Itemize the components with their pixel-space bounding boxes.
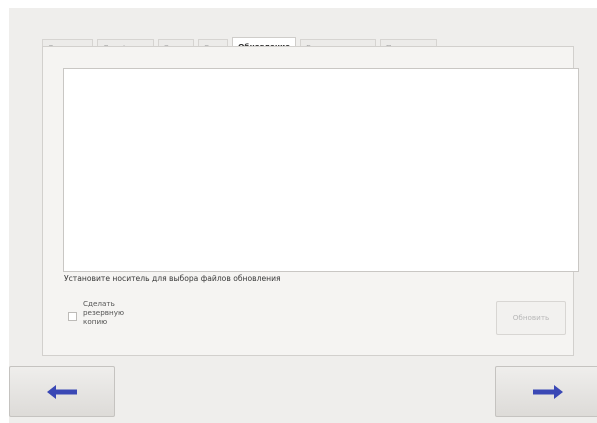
arrow-right-icon	[533, 384, 563, 399]
update-file-list[interactable]	[63, 68, 579, 272]
update-button[interactable]: Обновить	[496, 301, 566, 335]
update-panel: Установите носитель для выбора файлов об…	[42, 46, 579, 356]
update-hint-text: Установите носитель для выбора файлов об…	[64, 274, 281, 283]
next-button[interactable]	[495, 366, 597, 417]
settings-window: Основные Дата/время Экран Сеть Обновлени…	[9, 8, 597, 423]
back-button[interactable]	[9, 366, 115, 417]
backup-checkbox[interactable]	[68, 312, 77, 321]
arrow-left-icon	[47, 384, 77, 399]
backup-checkbox-label[interactable]: Сделать резервную копию	[81, 299, 149, 326]
backup-option[interactable]: Сделать резервную копию	[68, 299, 149, 326]
